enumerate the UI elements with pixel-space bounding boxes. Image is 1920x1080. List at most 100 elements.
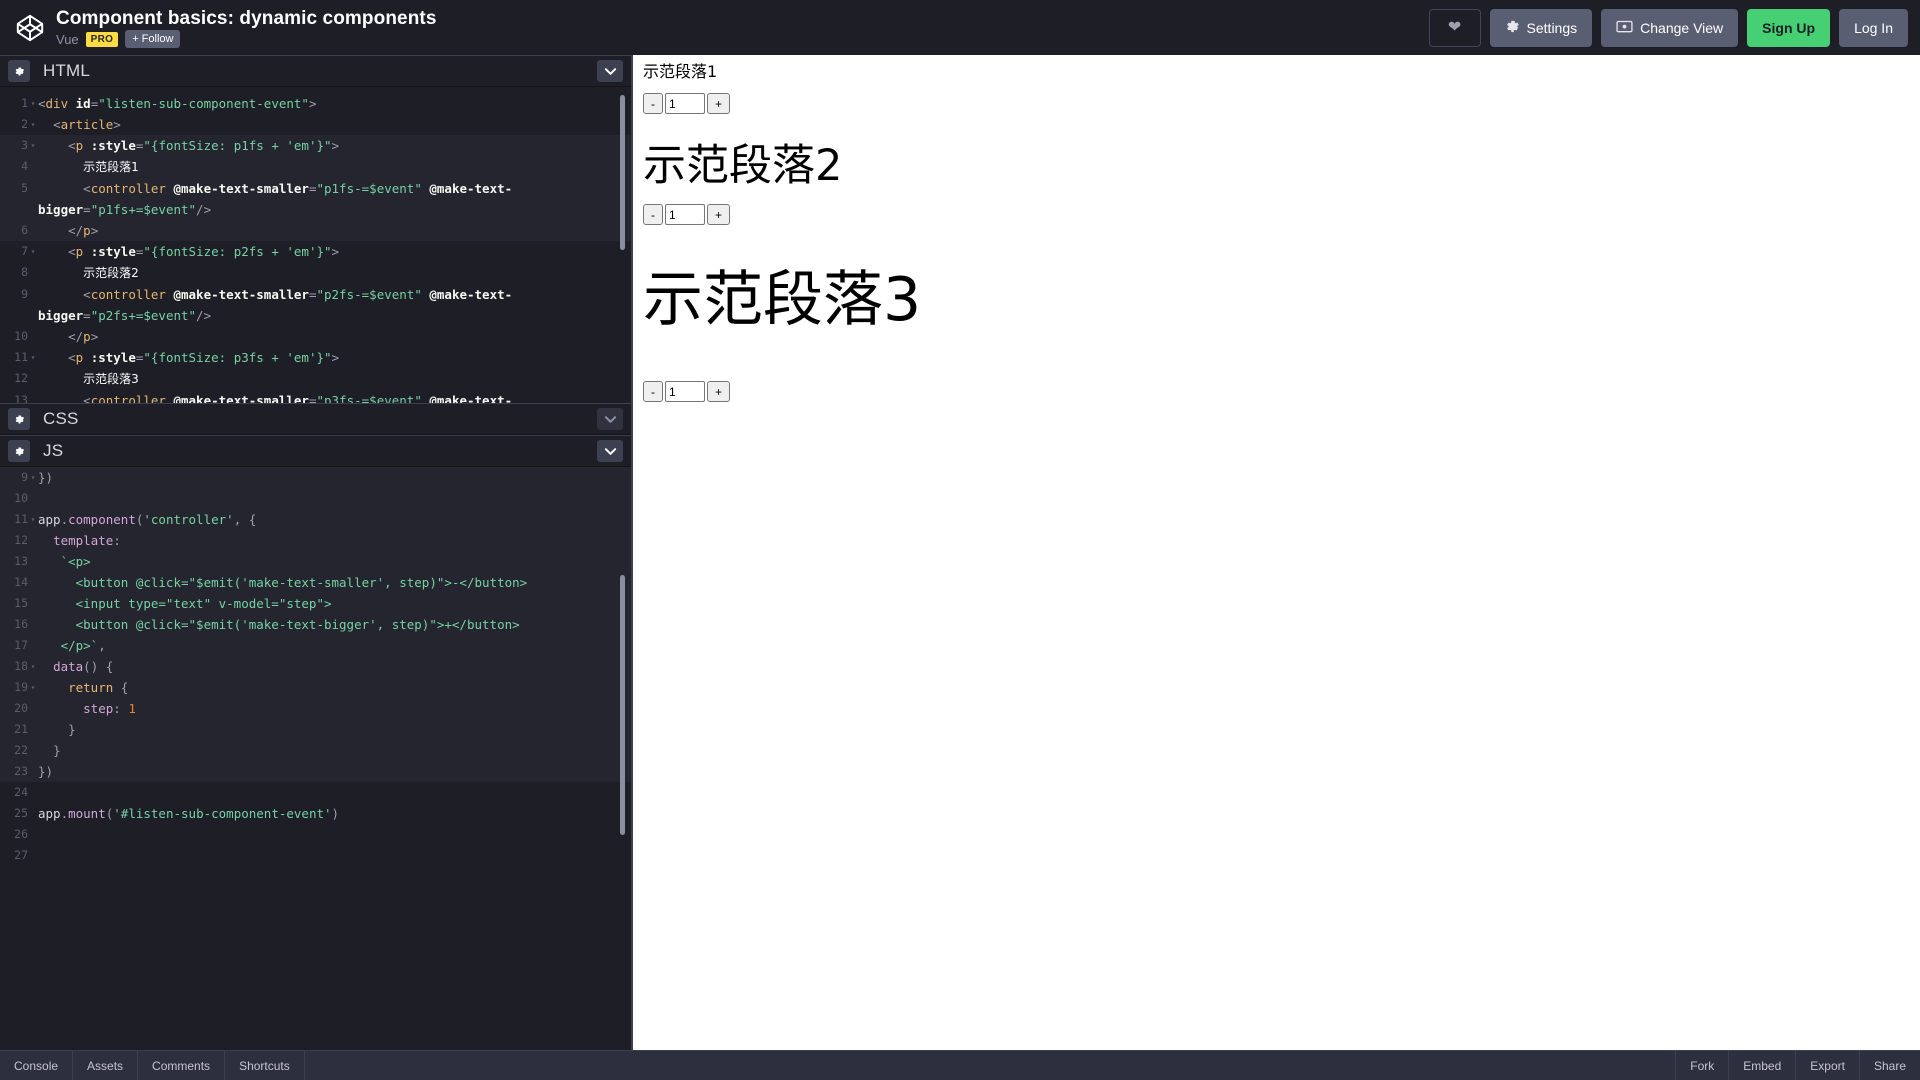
code-line[interactable]: 12 示范段落3 <box>0 368 631 390</box>
fold-marker-icon[interactable]: ▾ <box>28 114 38 135</box>
html-code-editor[interactable]: 1 ▾ <div id="listen-sub-component-event"> 2… <box>0 87 631 403</box>
step-input-1[interactable] <box>665 93 705 114</box>
fold-marker-icon[interactable] <box>28 390 38 403</box>
follow-button[interactable]: + Follow <box>125 30 181 48</box>
code-line[interactable]: 11 ▾ app.component('controller', { <box>0 509 631 530</box>
code-line[interactable]: 17 </p>`, <box>0 635 631 656</box>
fold-marker-icon[interactable] <box>28 572 38 593</box>
fold-marker-icon[interactable] <box>28 824 38 845</box>
code-line[interactable]: 7 ▾ <p :style="{fontSize: p2fs + 'em'}"> <box>0 241 631 262</box>
css-collapse-chevron-down-icon[interactable] <box>597 408 623 430</box>
fold-marker-icon[interactable] <box>28 740 38 761</box>
code-line[interactable]: 25 app.mount('#listen-sub-component-event… <box>0 803 631 824</box>
code-line[interactable]: 10 </p> <box>0 326 631 347</box>
settings-button[interactable]: Settings <box>1489 8 1593 47</box>
code-line[interactable]: 13 <controller @make-text-smaller="p3fs-… <box>0 390 631 403</box>
code-line[interactable]: 11 ▾ <p :style="{fontSize: p3fs + 'em'}"> <box>0 347 631 368</box>
favorite-button[interactable]: ❤ <box>1428 8 1481 47</box>
html-settings-gear-icon[interactable] <box>8 60 30 82</box>
css-settings-gear-icon[interactable] <box>8 408 30 430</box>
codepen-logo-icon[interactable] <box>8 6 52 50</box>
fold-marker-icon[interactable] <box>28 551 38 572</box>
code-line[interactable]: 19 ▾ return { <box>0 677 631 698</box>
fold-marker-icon[interactable]: ▾ <box>28 509 38 530</box>
fold-marker-icon[interactable] <box>28 761 38 782</box>
decrease-button-2[interactable]: - <box>643 204 663 225</box>
increase-button-3[interactable]: + <box>707 381 731 402</box>
code-line[interactable]: 14 <button @click="$emit('make-text-smal… <box>0 572 631 593</box>
fold-marker-icon[interactable] <box>28 156 38 178</box>
code-line[interactable]: 1 ▾ <div id="listen-sub-component-event"> <box>0 93 631 114</box>
footer-action-share[interactable]: Share <box>1858 1051 1920 1080</box>
decrease-button-1[interactable]: - <box>643 93 663 114</box>
fold-marker-icon[interactable]: ▾ <box>28 467 38 488</box>
fold-marker-icon[interactable] <box>28 635 38 656</box>
pen-owner[interactable]: Vue <box>56 32 79 47</box>
js-editor-scrollbar[interactable] <box>620 575 625 835</box>
fold-marker-icon[interactable] <box>28 530 38 551</box>
code-line[interactable]: 22 } <box>0 740 631 761</box>
fold-marker-icon[interactable]: ▾ <box>28 135 38 156</box>
code-line[interactable]: 3 ▾ <p :style="{fontSize: p1fs + 'em'}"> <box>0 135 631 156</box>
code-line[interactable]: 26 <box>0 824 631 845</box>
footer-action-fork[interactable]: Fork <box>1675 1051 1728 1080</box>
code-line[interactable]: 9 ▾}) <box>0 467 631 488</box>
fold-marker-icon[interactable] <box>28 326 38 347</box>
step-input-3[interactable] <box>665 381 705 402</box>
fold-marker-icon[interactable] <box>28 305 38 326</box>
fold-marker-icon[interactable]: ▾ <box>28 656 38 677</box>
fold-marker-icon[interactable]: ▾ <box>28 677 38 698</box>
js-settings-gear-icon[interactable] <box>8 440 30 462</box>
code-line[interactable]: 12 template: <box>0 530 631 551</box>
fold-marker-icon[interactable] <box>28 698 38 719</box>
fold-marker-icon[interactable] <box>28 782 38 803</box>
js-code-editor[interactable]: 9 ▾}) 10 11 ▾ app.component('controller', {12… <box>0 467 631 1050</box>
step-input-2[interactable] <box>665 204 705 225</box>
code-line[interactable]: 8 示范段落2 <box>0 262 631 284</box>
footer-item-console[interactable]: Console <box>0 1051 74 1080</box>
code-line[interactable]: 23}) <box>0 761 631 782</box>
code-line[interactable]: 9 <controller @make-text-smaller="p2fs-=… <box>0 284 631 305</box>
increase-button-2[interactable]: + <box>707 204 731 225</box>
fold-marker-icon[interactable]: ▾ <box>28 241 38 262</box>
code-line[interactable]: 16 <button @click="$emit('make-text-bigg… <box>0 614 631 635</box>
fold-marker-icon[interactable] <box>28 614 38 635</box>
code-line[interactable]: 4 示范段落1 <box>0 156 631 178</box>
fold-marker-icon[interactable] <box>28 488 38 509</box>
fold-marker-icon[interactable] <box>28 803 38 824</box>
decrease-button-3[interactable]: - <box>643 381 663 402</box>
footer-action-embed[interactable]: Embed <box>1728 1051 1795 1080</box>
increase-button-1[interactable]: + <box>707 93 731 114</box>
code-line[interactable]: 24 <box>0 782 631 803</box>
code-line[interactable]: 5 <controller @make-text-smaller="p1fs-=… <box>0 178 631 199</box>
code-line[interactable]: 13 `<p> <box>0 551 631 572</box>
code-line[interactable]: 10 <box>0 488 631 509</box>
fold-marker-icon[interactable]: ▾ <box>28 93 38 114</box>
code-line[interactable]: 27 <box>0 845 631 866</box>
code-line[interactable]: 2 ▾ <article> <box>0 114 631 135</box>
footer-item-shortcuts[interactable]: Shortcuts <box>225 1051 305 1080</box>
fold-marker-icon[interactable] <box>28 719 38 740</box>
fold-marker-icon[interactable] <box>28 262 38 284</box>
footer-action-export[interactable]: Export <box>1795 1051 1859 1080</box>
footer-item-assets[interactable]: Assets <box>73 1051 139 1080</box>
code-line[interactable]: 20 step: 1 <box>0 698 631 719</box>
fold-marker-icon[interactable] <box>28 284 38 305</box>
code-line[interactable]: 18 ▾ data() { <box>0 656 631 677</box>
fold-marker-icon[interactable]: ▾ <box>28 347 38 368</box>
code-line[interactable]: 21 } <box>0 719 631 740</box>
code-line[interactable]: bigger="p1fs+=$event"/> <box>0 199 631 220</box>
code-line[interactable]: 6 </p> <box>0 220 631 241</box>
html-editor-scrollbar[interactable] <box>620 95 625 250</box>
code-line[interactable]: 15 <input type="text" v-model="step"> <box>0 593 631 614</box>
js-collapse-chevron-down-icon[interactable] <box>597 440 623 462</box>
log-in-button[interactable]: Log In <box>1839 8 1908 47</box>
fold-marker-icon[interactable] <box>28 593 38 614</box>
fold-marker-icon[interactable] <box>28 178 38 199</box>
fold-marker-icon[interactable] <box>28 368 38 390</box>
fold-marker-icon[interactable] <box>28 845 38 866</box>
sign-up-button[interactable]: Sign Up <box>1747 8 1831 47</box>
fold-marker-icon[interactable] <box>28 220 38 241</box>
fold-marker-icon[interactable] <box>28 199 38 220</box>
code-line[interactable]: bigger="p2fs+=$event"/> <box>0 305 631 326</box>
